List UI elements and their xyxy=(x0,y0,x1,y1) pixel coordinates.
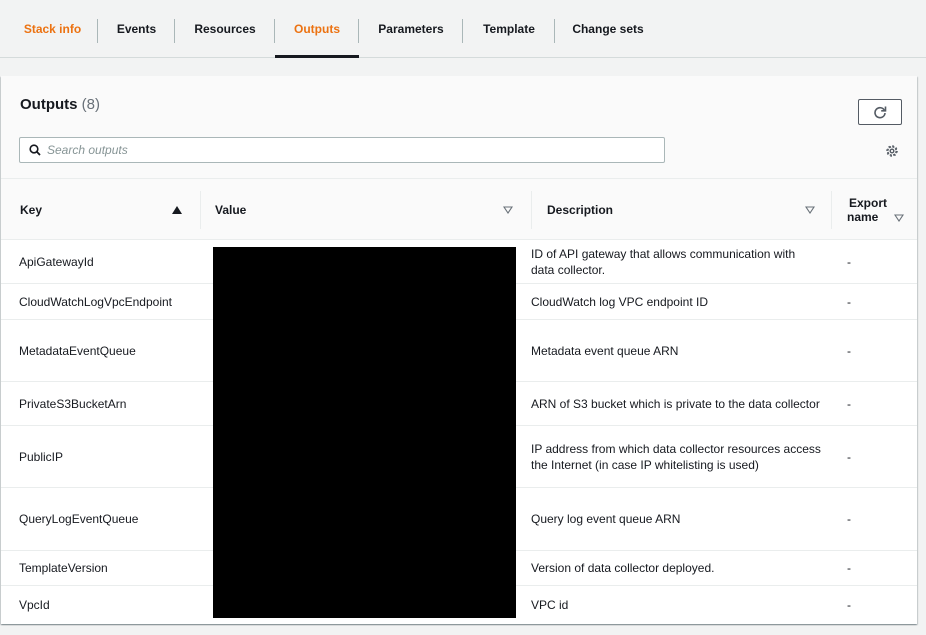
panel-title: Outputs (8) xyxy=(20,96,100,113)
tab-outputs[interactable]: Outputs xyxy=(275,0,359,58)
output-description: ARN of S3 bucket which is private to the… xyxy=(531,396,820,411)
tab-label: Stack info xyxy=(23,21,82,36)
output-export-name: - xyxy=(847,512,851,526)
tab-template[interactable]: Template xyxy=(463,0,555,57)
tab-events[interactable]: Events xyxy=(98,0,175,57)
column-label: Key xyxy=(20,202,43,217)
output-key: QueryLogEventQueue xyxy=(19,512,139,526)
output-description: IP address from which data collector res… xyxy=(531,441,821,472)
column-label: name xyxy=(847,209,879,224)
output-export-name: - xyxy=(847,343,851,358)
column-label: Export xyxy=(849,195,888,210)
column-label: Description xyxy=(547,202,614,217)
output-count: (8) xyxy=(81,96,101,113)
gear-icon xyxy=(886,145,898,157)
output-key: ApiGatewayId xyxy=(19,254,94,269)
tab-label: Parameters xyxy=(378,21,444,36)
search-icon xyxy=(29,144,41,156)
sort-icon xyxy=(503,206,513,214)
column-header-export-name[interactable]: Export name xyxy=(847,179,913,240)
output-description: CloudWatch log VPC endpoint ID xyxy=(531,294,708,309)
tab-label: Events xyxy=(116,21,157,36)
output-description: VPC id xyxy=(531,598,569,612)
redacted-values xyxy=(213,247,516,618)
output-key: PrivateS3BucketArn xyxy=(19,396,127,411)
output-description: Version of data collector deployed. xyxy=(531,561,715,575)
output-export-name: - xyxy=(847,449,851,464)
refresh-button[interactable] xyxy=(858,99,902,125)
sort-icon xyxy=(805,206,815,214)
search-input[interactable] xyxy=(47,143,647,157)
tab-bar: Stack info Events Resources Outputs Para… xyxy=(0,0,926,58)
title-text: Outputs xyxy=(20,96,78,113)
output-key: PublicIP xyxy=(19,449,64,464)
output-key: VpcId xyxy=(19,598,50,612)
sort-icon xyxy=(894,214,904,222)
column-label: Value xyxy=(215,202,247,217)
column-divider xyxy=(831,191,832,229)
output-description: Query log event queue ARN xyxy=(531,512,681,526)
output-key: TemplateVersion xyxy=(19,561,108,575)
column-header-description[interactable]: Description xyxy=(547,179,827,240)
column-header-value[interactable]: Value xyxy=(215,179,525,240)
search-outputs-field[interactable] xyxy=(19,137,665,163)
column-divider xyxy=(531,191,532,229)
output-export-name: - xyxy=(847,254,851,269)
output-export-name: - xyxy=(847,396,851,411)
output-key: CloudWatchLogVpcEndpoint xyxy=(19,294,172,309)
sort-ascending-icon xyxy=(172,206,182,214)
table-header: Key Value Description Export name xyxy=(1,179,917,240)
output-export-name: - xyxy=(847,294,851,309)
tab-label: Resources xyxy=(194,21,256,36)
refresh-icon xyxy=(874,106,887,119)
tab-resources[interactable]: Resources xyxy=(175,0,275,57)
panel-header: Outputs (8) xyxy=(1,76,917,179)
tab-parameters[interactable]: Parameters xyxy=(359,0,463,57)
tab-stack-info[interactable]: Stack info xyxy=(7,0,98,57)
preferences-button[interactable] xyxy=(884,143,900,159)
column-header-key[interactable]: Key xyxy=(20,179,190,240)
output-export-name: - xyxy=(847,561,851,575)
tab-label: Change sets xyxy=(572,21,644,36)
output-key: MetadataEventQueue xyxy=(19,343,136,358)
column-divider xyxy=(200,191,201,229)
output-description: ID of API gateway that allows communicat… xyxy=(531,246,796,277)
tab-change-sets[interactable]: Change sets xyxy=(555,0,661,57)
tab-label: Outputs xyxy=(294,21,340,36)
output-export-name: - xyxy=(847,598,851,612)
tab-label: Template xyxy=(483,21,535,36)
output-description: Metadata event queue ARN xyxy=(531,343,679,358)
